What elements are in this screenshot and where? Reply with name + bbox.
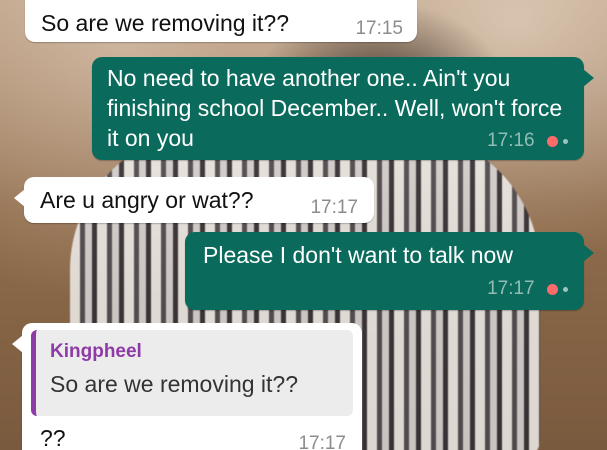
message-time: 17:17 <box>487 278 535 299</box>
quoted-message[interactable]: Kingpheel So are we removing it?? <box>31 330 353 416</box>
message-text: Please I don't want to talk now <box>203 242 513 268</box>
incoming-reply-message[interactable]: Kingpheel So are we removing it?? ?? 17:… <box>12 323 362 450</box>
message-meta: 17:16 <box>487 123 568 156</box>
pending-status-icon <box>547 273 568 303</box>
message-time: 17:17 <box>310 197 358 218</box>
outgoing-message[interactable]: No need to have another one.. Ain't you … <box>92 57 594 160</box>
message-text: ?? <box>40 425 66 450</box>
message-text: Are u angry or wat?? <box>40 187 254 213</box>
quoted-text: So are we removing it?? <box>50 371 299 397</box>
red-dot-icon <box>547 136 558 148</box>
message-time: 17:16 <box>487 130 535 151</box>
message-list[interactable]: So are we removing it?? 17:15 No need to… <box>0 0 607 450</box>
red-dot-icon <box>547 284 558 296</box>
small-dot-icon <box>563 139 568 145</box>
message-time: 17:17 <box>298 433 346 450</box>
message-time: 17:15 <box>355 18 403 39</box>
pending-status-icon <box>547 125 568 155</box>
incoming-message[interactable]: Are u angry or wat?? 17:17 <box>14 177 374 223</box>
message-meta: 17:17 <box>487 271 568 304</box>
small-dot-icon <box>563 287 568 293</box>
incoming-message[interactable]: So are we removing it?? 17:15 <box>25 0 417 42</box>
outgoing-message[interactable]: Please I don't want to talk now 17:17 <box>185 232 594 310</box>
quoted-author: Kingpheel <box>50 341 142 362</box>
message-text: So are we removing it?? <box>41 10 290 36</box>
